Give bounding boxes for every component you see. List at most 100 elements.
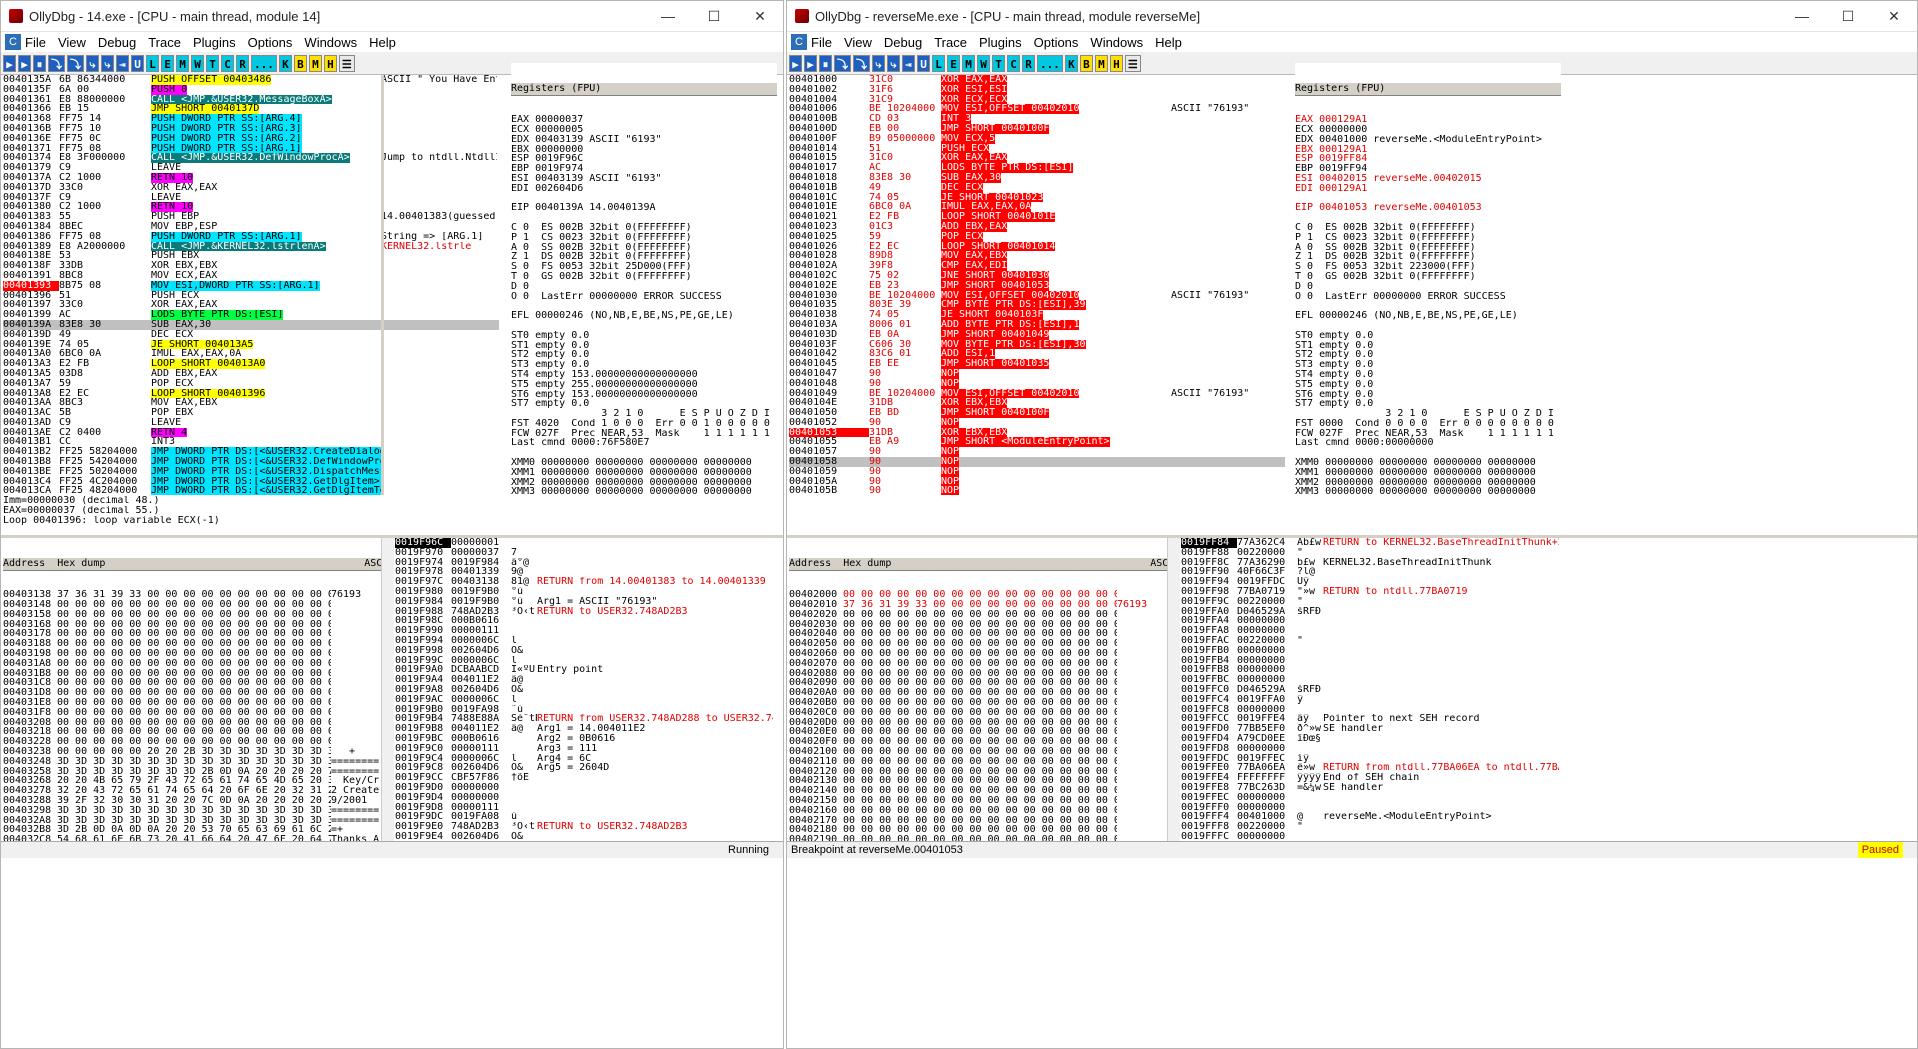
- dump-row[interactable]: 004020F0 00 00 00 00 00 00 00 00 00 00 00…: [789, 737, 1167, 747]
- disasm-row[interactable]: 00401391 8BC8 MOV ECX,EAX: [3, 271, 499, 281]
- stack-row[interactable]: 0019F9D4 00000000: [395, 793, 779, 803]
- dump-scrollbar[interactable]: [1167, 538, 1180, 841]
- disasm-row[interactable]: 0040139D 49 DEC ECX: [3, 330, 499, 340]
- toolbar-button[interactable]: ⤷: [101, 54, 114, 72]
- dump-row[interactable]: 004020D0 00 00 00 00 00 00 00 00 00 00 00…: [789, 718, 1167, 728]
- disasm-row[interactable]: 00401380 C2 1000 RETN 10: [3, 202, 499, 213]
- menu-windows[interactable]: Windows: [1090, 35, 1143, 50]
- stack-row[interactable]: 0019FFD0 77BB5EF0 ð^»w SE handler: [1181, 724, 1559, 734]
- dump-row[interactable]: 00403208 00 00 00 00 00 00 00 00 00 00 00…: [3, 718, 381, 728]
- register-line[interactable]: C 0 ES 002B 32bit 0(FFFFFFFF): [1295, 223, 1561, 233]
- dump-row[interactable]: 00402140 00 00 00 00 00 00 00 00 00 00 00…: [789, 786, 1167, 796]
- dump-row[interactable]: 00403228 00 00 00 00 00 00 00 00 00 00 00…: [3, 737, 381, 747]
- disasm-row[interactable]: 0040101B 49 DEC ECX: [789, 182, 1285, 193]
- toolbar-button[interactable]: ⤵: [853, 54, 870, 72]
- disasm-row[interactable]: 004013BE FF25 50204000 JMP DWORD PTR DS:[<…: [3, 466, 499, 477]
- toolbar-button[interactable]: B: [293, 54, 307, 72]
- toolbar-button[interactable]: ...: [1037, 54, 1063, 72]
- stack-row[interactable]: 0019F9A0 DCBAABCD Í«ºÜ Entry point: [395, 665, 779, 675]
- dump-row[interactable]: 004031D8 00 00 00 00 00 00 00 00 00 00 00…: [3, 688, 381, 698]
- disasm-row[interactable]: 0040100D EB 00 JMP SHORT 0040100F: [789, 123, 1285, 134]
- disasm-row[interactable]: 00401030 BE 10204000 MOV ESI,OFFSET 004020…: [789, 290, 1285, 301]
- dump-row[interactable]: 00403148 00 00 00 00 00 00 00 00 00 00 00…: [3, 600, 381, 610]
- stack-row[interactable]: 0019F9B8 004011E2 â@ Arg1 = 14.004011E2: [395, 724, 779, 734]
- dump-row[interactable]: 004032A8 3D 3D 3D 3D 3D 3D 3D 3D 3D 3D 3D…: [3, 816, 381, 826]
- register-line[interactable]: ST5 empty 0.0: [1295, 380, 1561, 390]
- maximize-icon[interactable]: ☐: [691, 8, 737, 25]
- stack-row[interactable]: 0019F980 0019F9B0 °ù: [395, 587, 779, 597]
- stack-row[interactable]: 0019FF88 00220000 ": [1181, 548, 1559, 558]
- stack-row[interactable]: 0019F978 00401339 9@: [395, 567, 779, 577]
- dump-row[interactable]: 00402040 00 00 00 00 00 00 00 00 00 00 00…: [789, 629, 1167, 639]
- dump-row[interactable]: 00402150 00 00 00 00 00 00 00 00 00 00 00…: [789, 796, 1167, 806]
- disasm-row[interactable]: 0040105A 90 NOP: [789, 476, 1285, 487]
- dump-row[interactable]: 00403238 00 00 00 00 00 20 20 2B 3D 3D 3D…: [3, 747, 381, 757]
- menu-plugins[interactable]: Plugins: [193, 35, 236, 50]
- dump-row[interactable]: 00403178 00 00 00 00 00 00 00 00 00 00 00…: [3, 629, 381, 639]
- stack-row[interactable]: 0019FF90 40F66C3F ?l@: [1181, 567, 1559, 577]
- menu-view[interactable]: View: [844, 35, 872, 50]
- dump-row[interactable]: 00403298 3D 3D 3D 3D 3D 3D 3D 3D 3D 3D 3D…: [3, 806, 381, 816]
- dump-row[interactable]: 00403158 00 00 00 00 00 00 00 00 00 00 00…: [3, 610, 381, 620]
- register-line[interactable]: EFL 00000246 (NO,NB,E,BE,NS,PE,GE,LE): [1295, 311, 1561, 321]
- register-line[interactable]: O 0 LastErr 00000000 ERROR_SUCCESS: [1295, 292, 1561, 302]
- menu-trace[interactable]: Trace: [934, 35, 967, 50]
- register-line[interactable]: ST6 empty 153.00000000000000000: [511, 390, 777, 400]
- register-line[interactable]: EDX 00403139 ASCII "6193": [511, 135, 777, 145]
- disasm-row[interactable]: 00401045 EB EE JMP SHORT 00401035: [789, 359, 1285, 369]
- dump-row[interactable]: 00402050 00 00 00 00 00 00 00 00 00 00 00…: [789, 639, 1167, 649]
- register-line[interactable]: XMM2 00000000 00000000 00000000 00000000: [511, 478, 777, 488]
- dump-row[interactable]: 00402160 00 00 00 00 00 00 00 00 00 00 00…: [789, 806, 1167, 816]
- dump-row[interactable]: 00402100 00 00 00 00 00 00 00 00 00 00 00…: [789, 747, 1167, 757]
- toolbar-button[interactable]: ⏸: [819, 54, 832, 72]
- register-line[interactable]: A 0 SS 002B 32bit 0(FFFFFFFF): [511, 243, 777, 253]
- register-line[interactable]: ST4 empty 0.0: [1295, 370, 1561, 380]
- stack-pane[interactable]: 0019F96C 00000001 0019F970 00000037 7 0019F97…: [395, 538, 779, 841]
- stack-row[interactable]: 0019FFF4 00401000 @ reverseMe.<ModuleEntryP…: [1181, 812, 1559, 822]
- toolbar-button[interactable]: ...: [251, 54, 277, 72]
- toolbar-button[interactable]: U: [917, 54, 930, 72]
- disasm-row[interactable]: 004013B1 CC INT3: [3, 437, 499, 447]
- disasm-row[interactable]: 00401004 31C9 XOR ECX,ECX: [789, 94, 1285, 105]
- register-line[interactable]: XMM3 00000000 00000000 00000000 00000000: [1295, 487, 1561, 495]
- disasm-row[interactable]: 00401371 FF75 08 PUSH DWORD PTR SS:[ARG.1]: [3, 143, 499, 154]
- register-line[interactable]: 3 2 1 0 E S P U O Z D I: [511, 409, 777, 419]
- register-line[interactable]: XMM3 00000000 00000000 00000000 00000000: [511, 487, 777, 495]
- disasm-row[interactable]: 0040101C 74 05 JE SHORT 00401023: [789, 192, 1285, 203]
- stack-row[interactable]: 0019FFB8 00000000: [1181, 665, 1559, 675]
- dump-row[interactable]: 00402060 00 00 00 00 00 00 00 00 00 00 00…: [789, 649, 1167, 659]
- stack-row[interactable]: 0019F98C 000B0616: [395, 616, 779, 626]
- toolbar-button[interactable]: L: [146, 54, 159, 72]
- register-line[interactable]: EDI 002604D6: [511, 184, 777, 194]
- disasm-row[interactable]: 00401047 90 NOP: [789, 368, 1285, 379]
- register-line[interactable]: D 0: [511, 282, 777, 292]
- disasm-row[interactable]: 004013AA 8BC3 MOV EAX,EBX: [3, 398, 499, 408]
- register-line[interactable]: ESI 00403139 ASCII "6193": [511, 174, 777, 184]
- register-line[interactable]: ST2 empty 0.0: [1295, 350, 1561, 360]
- disasm-row[interactable]: 004013A3 E2 FB LOOP SHORT 004013A0: [3, 359, 499, 369]
- dump-row[interactable]: 004020A0 00 00 00 00 00 00 00 00 00 00 00…: [789, 688, 1167, 698]
- dump-row[interactable]: 00403278 32 20 43 72 65 61 74 65 64 20 6F…: [3, 786, 381, 796]
- disasm-row[interactable]: 0040139E 74 05 JE SHORT 004013A5: [3, 339, 499, 350]
- disasm-row[interactable]: 0040138F 33DB XOR EBX,EBX: [3, 261, 499, 271]
- disasm-row[interactable]: 00401038 74 05 JE SHORT 0040103F: [789, 310, 1285, 320]
- register-line[interactable]: Last cmnd 0000:76F580E7: [511, 438, 777, 448]
- disasm-row[interactable]: 004013A7 59 POP ECX: [3, 379, 499, 389]
- disasm-row[interactable]: 00401014 51 PUSH ECX: [789, 143, 1285, 154]
- disasm-row[interactable]: 004013C4 FF25 4C204000 JMP DWORD PTR DS:[<…: [3, 476, 499, 487]
- register-line[interactable]: FST 4020 Cond 1 0 0 0 Err 0 0 1 0 0 0 0 …: [511, 419, 777, 429]
- register-line[interactable]: XMM0 00000000 00000000 00000000 00000000: [1295, 458, 1561, 468]
- stack-row[interactable]: 0019FFC4 0019FFA0 ÿ: [1181, 695, 1559, 705]
- register-line[interactable]: Last cmnd 0000:00000000: [1295, 438, 1561, 448]
- register-line[interactable]: S 0 FS 0053 32bit 25D000(FFF): [511, 262, 777, 272]
- disasm-row[interactable]: 00401050 EB BD JMP SHORT 0040100F: [789, 408, 1285, 418]
- toolbar-button[interactable]: ⇥: [116, 54, 129, 72]
- stack-row[interactable]: 0019F994 0000006C l: [395, 636, 779, 646]
- disasm-row[interactable]: 0040105B 90 NOP: [789, 486, 1285, 495]
- dump-row[interactable]: 004020C0 00 00 00 00 00 00 00 00 00 00 00…: [789, 708, 1167, 718]
- toolbar-button[interactable]: M: [308, 54, 322, 72]
- toolbar-button[interactable]: ▶: [789, 54, 802, 72]
- disasm-row[interactable]: 0040136E FF75 0C PUSH DWORD PTR SS:[ARG.2]: [3, 133, 499, 144]
- stack-row[interactable]: 0019FFE4 FFFFFFFF ÿÿÿÿ End of SEH chain: [1181, 773, 1559, 783]
- register-line[interactable]: ST0 empty 0.0: [1295, 331, 1561, 341]
